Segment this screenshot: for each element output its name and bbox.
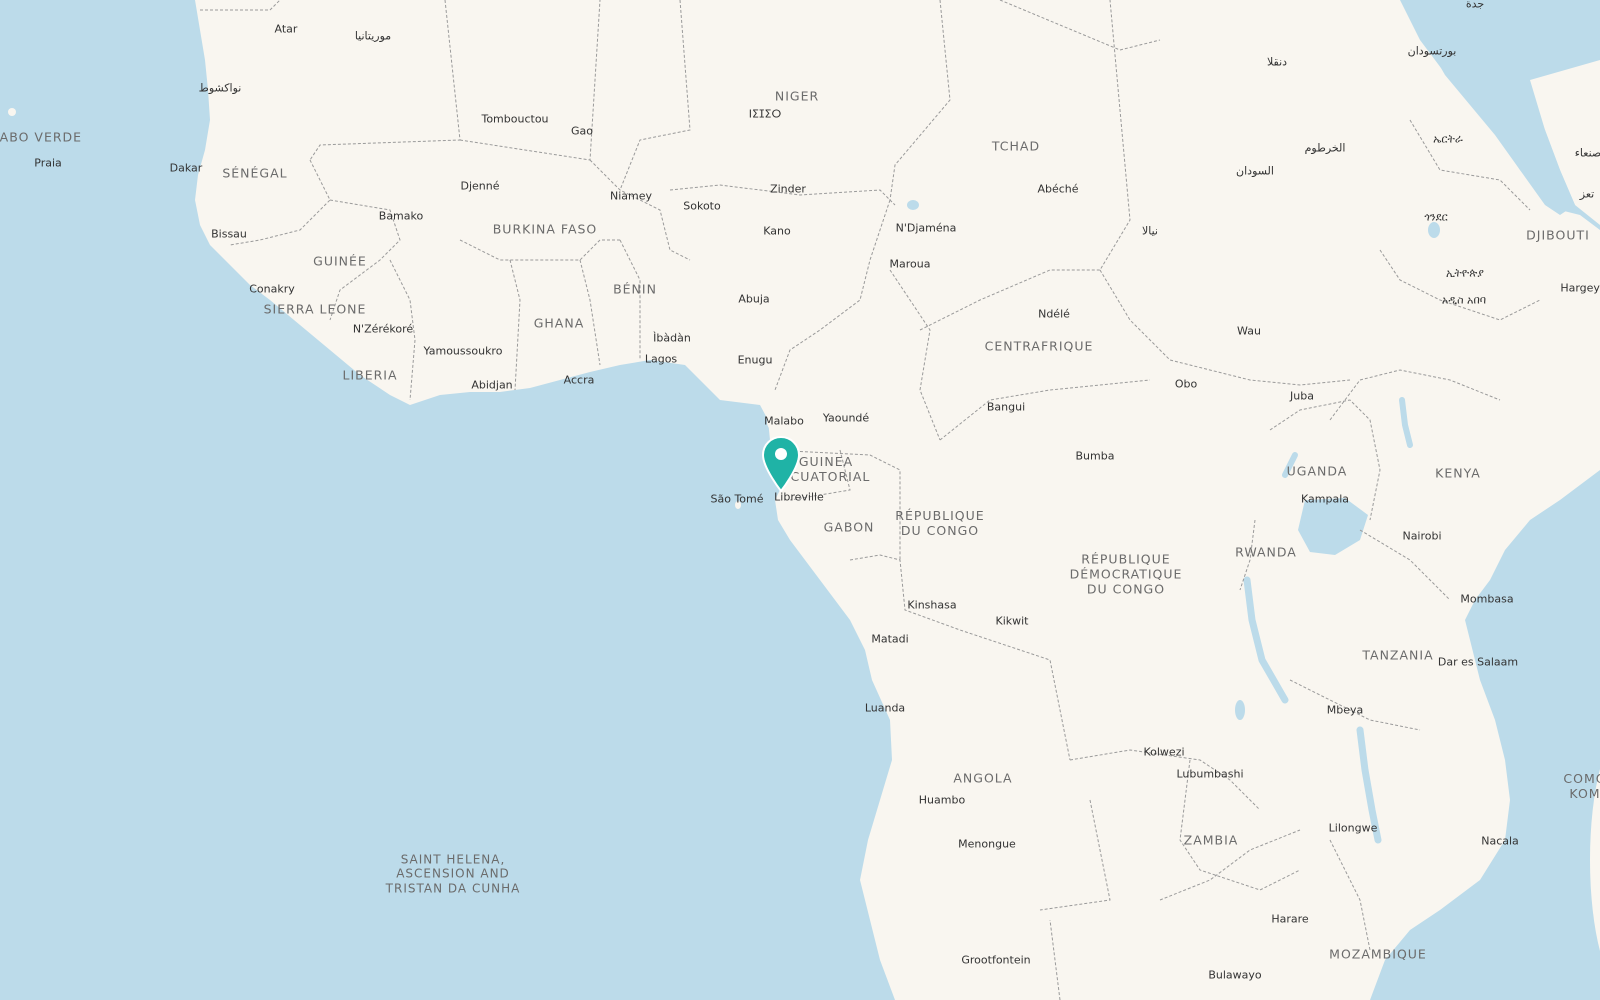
city-label-zinder: Zinder (770, 182, 806, 196)
lake-tana (1428, 222, 1440, 238)
city-label-gao: Gao (571, 124, 593, 138)
lake-chad (907, 200, 919, 210)
city-label-ethiopia: ኢትዮጵያ (1446, 266, 1484, 280)
country-label-zambia: ZAMBIA (1183, 832, 1239, 848)
city-label-abuja: Abuja (738, 292, 770, 306)
city-label-nzerekore: N'Zérékoré (352, 322, 414, 336)
country-label-djibouti: DJIBOUTI (1526, 227, 1590, 243)
city-label-yaounde: Yaoundé (822, 411, 870, 425)
country-label-centrafrique: CENTRAFRIQUE (984, 338, 1094, 354)
city-label-lilongwe: Lilongwe (1328, 821, 1378, 835)
city-label-abeche: Abéché (1037, 182, 1079, 196)
city-label-taiz: تعز (1579, 187, 1595, 201)
country-label-burkina-faso: BURKINA FASO (492, 221, 598, 237)
country-label-comoros: COMO KOM (1563, 771, 1600, 801)
city-label-bamako: Bamako (378, 209, 424, 223)
city-label-niger-tifinagh: ⵏⵉⵊⵉⵔ (748, 107, 782, 121)
city-label-wau: Wau (1237, 324, 1261, 338)
city-label-ndjamena: N'Djaména (895, 221, 957, 235)
city-label-grootfontein: Grootfontein (961, 953, 1031, 967)
country-label-cabo-verde: CABO VERDE (0, 129, 83, 145)
country-label-gabon: GABON (823, 519, 875, 535)
country-label-mozambique: MOZAMBIQUE (1329, 946, 1427, 962)
city-label-nacala: Nacala (1481, 834, 1519, 848)
cabo-verde-island (8, 108, 16, 116)
city-label-dakar: Dakar (169, 161, 203, 175)
city-label-bissau: Bissau (211, 227, 247, 241)
city-label-huambo: Huambo (918, 793, 966, 807)
city-label-praia: Praia (34, 156, 62, 170)
city-label-obo: Obo (1174, 377, 1198, 391)
country-label-tanzania: TANZANIA (1362, 647, 1434, 663)
city-label-sokoto: Sokoto (683, 199, 721, 213)
country-label-niger: NIGER (774, 88, 820, 104)
city-label-nairobi: Nairobi (1402, 529, 1442, 543)
city-label-accra: Accra (563, 373, 595, 387)
country-label-rep-congo: RÉPUBLIQUE DU CONGO (895, 508, 985, 538)
city-label-bulawayo: Bulawayo (1208, 968, 1262, 982)
city-label-sudan: السودان (1236, 164, 1274, 178)
country-label-sierra-leone: SIERRA LEONE (263, 301, 367, 317)
city-label-malabo: Malabo (764, 414, 804, 428)
city-label-atar: Atar (274, 22, 298, 36)
country-label-angola: ANGOLA (953, 770, 1013, 786)
country-label-liberia: LIBERIA (342, 367, 398, 383)
city-label-kinshasa: Kinshasa (907, 598, 957, 612)
location-marker[interactable] (761, 435, 801, 495)
territory-label-saint-helena: SAINT HELENA, ASCENSION AND TRISTAN DA C… (385, 852, 521, 896)
city-label-yamoussoukro: Yamoussoukro (423, 344, 503, 358)
city-label-enugu: Enugu (737, 353, 773, 367)
city-label-lagos: Lagos (644, 352, 678, 366)
city-label-conakry: Conakry (249, 282, 295, 296)
city-label-djenne: Djenné (460, 179, 500, 193)
city-label-ndele: Ndélé (1038, 307, 1070, 321)
city-label-matadi: Matadi (871, 632, 909, 646)
city-label-tombouctou: Tombouctou (481, 112, 549, 126)
city-label-gondar: ጎንደር (1424, 210, 1448, 224)
city-label-mombasa: Mombasa (1460, 592, 1514, 606)
city-label-addis-ababa: አዲስ አበባ (1441, 293, 1487, 307)
country-label-rwanda: RWANDA (1235, 544, 1297, 560)
lake-mweru (1235, 700, 1245, 720)
country-label-rdc: RÉPUBLIQUE DÉMOCRATIQUE DU CONGO (1069, 551, 1183, 597)
city-label-bumba: Bumba (1075, 449, 1115, 463)
city-label-kikwit: Kikwit (995, 614, 1029, 628)
city-label-ibadan: Ìbàdàn (653, 331, 691, 345)
city-label-nouakchott: نواكشوط (198, 81, 242, 95)
country-label-senegal: SÉNÉGAL (222, 165, 288, 181)
country-label-tchad: TCHAD (991, 138, 1041, 154)
city-label-sanaa: صنعاء (1574, 146, 1600, 160)
country-label-ghana: GHANA (533, 315, 585, 331)
city-label-maroua: Maroua (889, 257, 931, 271)
city-label-dar-es-salaam: Dar es Salaam (1437, 655, 1519, 669)
city-label-sao-tome: São Tomé (710, 492, 764, 506)
city-label-juba: Juba (1290, 389, 1314, 403)
country-label-benin: BÉNIN (613, 281, 657, 297)
map-view[interactable]: NIGER TCHAD SÉNÉGAL GUINÉE SIERRA LEONE … (0, 0, 1600, 1000)
city-label-abidjan: Abidjan (471, 378, 513, 392)
map-pin-icon (761, 435, 801, 493)
city-label-nyala: نيالا (1141, 224, 1159, 238)
city-label-lubumbashi: Lubumbashi (1176, 767, 1244, 781)
city-label-mbeya: Mbeya (1326, 703, 1364, 717)
city-label-mauritania: موريتانيا (354, 29, 392, 43)
city-label-menongue: Menongue (958, 837, 1016, 851)
city-label-kano: Kano (763, 224, 791, 238)
city-label-dongola: دنقلا (1266, 55, 1288, 69)
city-label-hargeysa: Hargeys (1560, 281, 1600, 295)
city-label-niamey: Niamey (609, 189, 653, 203)
city-label-eritrea: ኤርትራ (1433, 132, 1463, 146)
city-label-khartoum: الخرطوم (1304, 141, 1346, 155)
country-label-guinee: GUINÉE (313, 253, 367, 269)
city-label-kolwezi: Kolwezi (1143, 745, 1185, 759)
city-label-bangui: Bangui (986, 400, 1026, 414)
city-label-kampala: Kampala (1301, 492, 1349, 506)
country-label-kenya: KENYA (1435, 465, 1481, 481)
city-label-jeddah: جدة (1465, 0, 1485, 11)
city-label-luanda: Luanda (864, 701, 906, 715)
country-label-uganda: UGANDA (1286, 463, 1348, 479)
city-label-harare: Harare (1271, 912, 1309, 926)
city-label-port-sudan: بورتسودان (1407, 44, 1457, 58)
